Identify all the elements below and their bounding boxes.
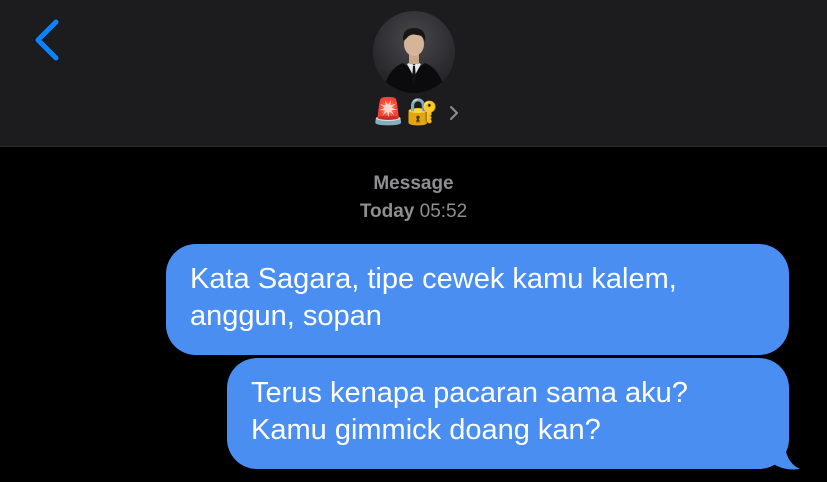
lock-with-key-emoji: 🔐 bbox=[406, 97, 439, 127]
chevron-right-icon bbox=[449, 106, 458, 120]
message-bubble[interactable]: Terus kenapa pacaran sama aku? Kamu gimm… bbox=[227, 358, 789, 469]
timestamp-time: 05:52 bbox=[419, 201, 468, 222]
message-text-line: Kata Sagara, tipe cewek kamu kalem, bbox=[190, 263, 677, 295]
back-button[interactable] bbox=[26, 14, 66, 66]
message-bubble[interactable]: Kata Sagara, tipe cewek kamu kalem, angg… bbox=[166, 244, 789, 355]
service-label: Message bbox=[373, 173, 454, 194]
conversation-header: 🚨 🔐 bbox=[0, 0, 827, 147]
contact-name-button[interactable]: 🚨 🔐 bbox=[372, 96, 459, 128]
timestamp-day: Today bbox=[359, 201, 415, 222]
message-text-line: Kamu gimmick doang kan? bbox=[251, 414, 601, 446]
message-text-line: anggun, sopan bbox=[190, 300, 382, 332]
siren-emoji: 🚨 bbox=[372, 97, 405, 127]
contact-photo bbox=[373, 11, 455, 93]
chevron-left-icon bbox=[35, 19, 59, 61]
timestamp: Today 05:52 bbox=[0, 201, 827, 223]
message-text-line: Terus kenapa pacaran sama aku? bbox=[251, 377, 688, 409]
avatar[interactable] bbox=[373, 11, 455, 93]
